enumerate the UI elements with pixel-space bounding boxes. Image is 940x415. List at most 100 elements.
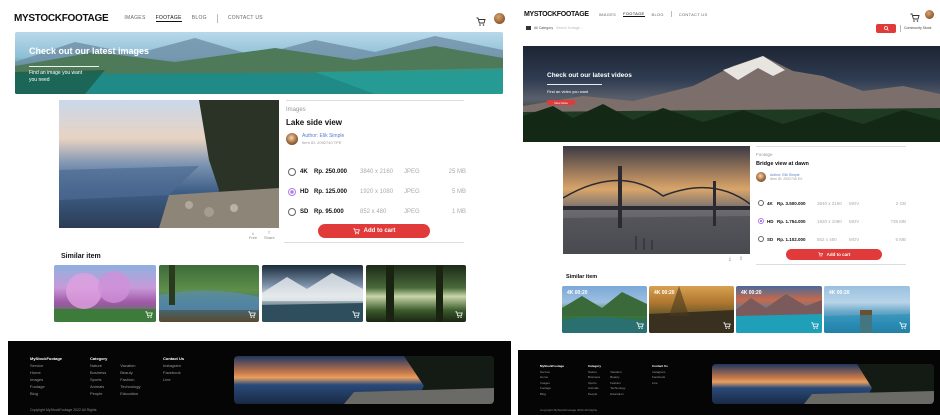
site-logo[interactable]: MYSTOCKFOOTAGE	[524, 11, 589, 18]
footer-link[interactable]: Service	[30, 362, 62, 369]
nav-footage[interactable]: FOOTAGE	[155, 15, 182, 22]
cart-icon[interactable]	[899, 322, 907, 330]
site-logo[interactable]: MYSTOCKFOOTAGE	[14, 13, 109, 24]
footer-col-category: Category Nature Business Sports Animals …	[90, 355, 140, 397]
option-radio-4k[interactable]	[758, 200, 764, 206]
user-avatar[interactable]	[925, 9, 934, 19]
cart-icon[interactable]	[145, 311, 153, 319]
share-icon[interactable]: ⇪ Share	[264, 230, 275, 240]
footer-link[interactable]: Line	[652, 381, 668, 387]
cart-icon[interactable]	[636, 322, 644, 330]
option-dimensions: 852 x 480	[360, 209, 387, 215]
cart-icon[interactable]	[910, 10, 920, 22]
download-icon[interactable]: ⤓ Free	[248, 230, 258, 240]
similar-thumb[interactable]: 4K 00:20	[649, 286, 734, 333]
top-navbar: MYSTOCKFOOTAGE IMAGES FOOTAGE BLOG CONTA…	[518, 6, 940, 22]
footer-link[interactable]: Technology	[610, 386, 625, 392]
cart-icon[interactable]	[811, 322, 819, 330]
footer-link[interactable]: Business	[90, 369, 106, 376]
footer-link[interactable]: Education	[120, 390, 140, 397]
main-image-preview[interactable]	[59, 100, 279, 228]
option-radio-sd[interactable]	[758, 236, 764, 242]
footer-link[interactable]: Instagram	[163, 362, 184, 369]
option-row-hd[interactable]: HD Rp. 125.000 1920 x 1080 JPEG 5 MB	[288, 188, 466, 196]
option-radio-sd[interactable]	[288, 208, 296, 216]
nav-blog[interactable]: BLOG	[192, 15, 207, 21]
cart-icon[interactable]	[352, 311, 360, 319]
item-category: Images	[286, 107, 306, 113]
nav-images[interactable]: IMAGES	[599, 12, 616, 17]
footer-link[interactable]: Blog	[540, 392, 564, 398]
footer-link[interactable]: Home	[30, 369, 62, 376]
search-input[interactable]: Search footage...	[556, 26, 583, 30]
user-avatar[interactable]	[494, 12, 505, 24]
add-to-cart-button[interactable]: Add to cart	[318, 224, 430, 238]
info-divider-bottom	[284, 242, 464, 243]
search-button[interactable]	[876, 24, 896, 33]
similar-thumb[interactable]	[366, 265, 466, 322]
footer-link[interactable]: Line	[163, 376, 184, 383]
author-name[interactable]: Author: Elik Simple	[302, 133, 344, 139]
footer-link[interactable]: Education	[610, 392, 625, 398]
search-divider	[900, 25, 901, 32]
footer-link[interactable]: Business	[588, 375, 600, 381]
footer-link[interactable]: Vacation	[120, 362, 140, 369]
footer-link[interactable]: Facebook	[163, 369, 184, 376]
option-res: SD	[300, 209, 309, 215]
similar-thumb[interactable]	[54, 265, 156, 322]
nav-contact-us[interactable]: CONTACT US	[679, 12, 708, 17]
footer-link[interactable]: Sports	[90, 376, 106, 383]
similar-thumb[interactable]	[159, 265, 259, 322]
share-icon[interactable]: ⇪	[737, 256, 745, 262]
account-label[interactable]: Community Stock	[904, 26, 931, 30]
footer-link[interactable]: Fashion	[120, 376, 140, 383]
footer-link[interactable]: People	[588, 392, 600, 398]
similar-thumb[interactable]	[262, 265, 363, 322]
category-select-value: All Category	[534, 26, 554, 30]
cart-icon[interactable]	[723, 322, 731, 330]
banner-underline	[29, 66, 99, 67]
footer-copyright: Copyright MyStockFootage 2022 All Rights	[30, 408, 97, 412]
footer-link[interactable]: Technology	[120, 383, 140, 390]
footer-link[interactable]: Images	[30, 376, 62, 383]
option-row-4k[interactable]: 4K Rp. 3.500.000 3840 x 2160 MOV 2 GB	[758, 200, 906, 206]
footer-link[interactable]: Animals	[90, 383, 106, 390]
footer-link[interactable]: Animals	[588, 386, 600, 392]
similar-thumb[interactable]: 4K 00:20	[736, 286, 822, 333]
option-row-hd[interactable]: HD Rp. 1.754.000 1920 x 1080 MOV 735 MB	[758, 218, 906, 224]
option-row-4k[interactable]: 4K Rp. 250.000 3840 x 2160 JPEG 25 MB	[288, 168, 466, 176]
footer-link[interactable]: Beauty	[120, 369, 140, 376]
item-title: Bridge view at dawn	[756, 161, 809, 167]
download-icon[interactable]: ⤓	[726, 256, 734, 262]
nav-blog[interactable]: BLOG	[652, 12, 664, 17]
nav-contact-us[interactable]: CONTACT US	[228, 15, 263, 21]
similar-thumb[interactable]: 4K 00:20	[824, 286, 910, 333]
item-category: Footage	[756, 152, 773, 157]
add-to-cart-button[interactable]: Add to cart	[786, 249, 882, 260]
option-filesize: 25 MB	[448, 169, 466, 175]
option-radio-hd[interactable]	[758, 218, 764, 224]
cart-icon[interactable]	[476, 14, 486, 26]
option-res: HD	[767, 218, 774, 224]
view-more-button[interactable]: View More	[547, 100, 575, 105]
footer-link[interactable]: People	[90, 390, 106, 397]
footage-detail-page: MYSTOCKFOOTAGE IMAGES FOOTAGE BLOG CONTA…	[518, 6, 940, 415]
option-radio-4k[interactable]	[288, 168, 296, 176]
option-radio-hd[interactable]	[288, 188, 296, 196]
info-divider-top	[286, 100, 464, 101]
option-row-sd[interactable]: SD Rp. 95.000 852 x 480 JPEG 1 MB	[288, 208, 466, 216]
footer-link[interactable]: Footage	[30, 383, 62, 390]
main-video-preview[interactable]	[563, 146, 750, 254]
cart-icon[interactable]	[455, 311, 463, 319]
item-info-panel: Footage Bridge view at dawn Author: Elik…	[756, 146, 906, 182]
footer-link[interactable]: Blog	[30, 390, 62, 397]
site-footer: MyStockFootage Service Home Images Foota…	[8, 341, 511, 415]
nav-images[interactable]: IMAGES	[124, 15, 145, 21]
footer-link[interactable]: Nature	[90, 362, 106, 369]
cart-icon[interactable]	[248, 311, 256, 319]
nav-footage[interactable]: FOOTAGE	[623, 11, 645, 17]
option-row-sd[interactable]: SD Rp. 1.102.000 852 x 480 MOV 5 MB	[758, 236, 906, 242]
option-filesize: 5 MB	[451, 189, 466, 195]
category-select[interactable]: All Category	[526, 26, 553, 30]
similar-thumb[interactable]: 4K 00:20	[562, 286, 647, 333]
